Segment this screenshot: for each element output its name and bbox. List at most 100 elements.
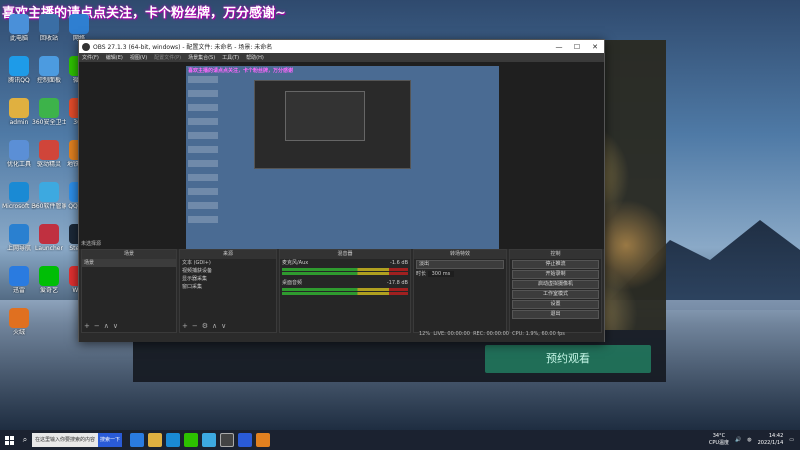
menu-edit[interactable]: 编辑(E): [106, 54, 123, 61]
source-item[interactable]: 文本 (GDI+): [180, 259, 276, 267]
desktop-icon[interactable]: admin: [2, 98, 36, 140]
obs-window[interactable]: OBS 27.1.3 (64-bit, windows) - 配置文件: 未命名…: [78, 39, 605, 342]
app-icon: [39, 14, 59, 34]
desktop-icon[interactable]: 360安全卫士: [32, 98, 66, 140]
weather-temp: 34°C: [712, 433, 726, 439]
desktop-icon[interactable]: 腾讯QQ: [2, 56, 36, 98]
menu-help[interactable]: 帮助(H): [246, 54, 264, 61]
desktop-icon[interactable]: 火绒: [2, 308, 36, 350]
app-icon: [9, 224, 29, 244]
desktop-icon[interactable]: 上网导航: [2, 224, 36, 266]
wechat-icon[interactable]: [184, 433, 198, 447]
source-item[interactable]: 窗口采集: [180, 283, 276, 291]
folder-icon[interactable]: [148, 433, 162, 447]
mixer-track-level: -17.8 dB: [386, 280, 408, 286]
desktop-icon-label: admin: [9, 119, 29, 126]
obs-docks: 未选择源 场景 场景 +−∧∨ 来源 文本 (GDI+) 视频捕获设备 显示器采…: [79, 241, 604, 342]
edge-icon[interactable]: [166, 433, 180, 447]
network-icon[interactable]: ◍: [747, 437, 751, 443]
sources-dock: 来源 文本 (GDI+) 视频捕获设备 显示器采集 窗口采集 +−⚙∧∨: [179, 249, 277, 333]
taskbar-search-button[interactable]: 搜索一下: [98, 433, 122, 447]
app-icon: [39, 56, 59, 76]
desktop-icon[interactable]: 此电脑: [2, 14, 36, 56]
desktop-icon-label: 控制面板: [36, 77, 61, 84]
preview-canvas[interactable]: 喜欢主播的请点点关注，卡个粉丝牌，万分感谢: [186, 66, 499, 260]
menu-scene-collection[interactable]: 场景集合(S): [188, 54, 215, 61]
studio-mode-button[interactable]: 工作室模式: [512, 290, 599, 299]
settings-button[interactable]: 设置: [512, 300, 599, 309]
transitions-dock-title: 转场特效: [414, 250, 506, 259]
menu-file[interactable]: 文件(F): [82, 54, 99, 61]
scenes-toolbar[interactable]: +−∧∨: [84, 322, 122, 330]
obs-logo-icon: [82, 42, 90, 51]
duration-row: 时长 300 ms: [414, 270, 506, 278]
desktop-icon-label: 爱奇艺: [39, 287, 58, 294]
no-source-label: 未选择源: [81, 241, 102, 247]
menu-profile[interactable]: 配置文件(P): [154, 54, 181, 61]
taskbar-search-input[interactable]: 在这里输入你要搜索的内容: [32, 433, 98, 447]
clock-date: 2022/1/14: [757, 440, 784, 446]
desktop-icon-label: 360软件管家: [32, 203, 66, 210]
desktop-icon[interactable]: Launcher: [32, 224, 66, 266]
minimize-icon[interactable]: —: [550, 43, 568, 51]
desktop-icon-label: 回收站: [39, 35, 58, 42]
menu-tools[interactable]: 工具(T): [222, 54, 239, 61]
maximize-icon[interactable]: ☐: [568, 43, 586, 51]
stop-streaming-button[interactable]: 停止推流: [512, 260, 599, 269]
mixer-track-name: 桌面音频: [282, 280, 303, 286]
windows-icon: [4, 435, 14, 445]
desktop-icon[interactable]: 控制面板: [32, 56, 66, 98]
source-item[interactable]: 视频捕获设备: [180, 267, 276, 275]
weather-desc: CPU温度: [708, 440, 730, 446]
mixer-track-name: 麦克风/Aux: [282, 260, 309, 266]
app-icon: [9, 98, 29, 118]
audio-meter: [282, 288, 408, 291]
nested-obs-preview-inner: [285, 91, 365, 141]
weather-widget[interactable]: 34°C CPU温度: [709, 433, 729, 447]
rec-timer: REC: 00:00:00: [473, 331, 509, 337]
obs-titlebar[interactable]: OBS 27.1.3 (64-bit, windows) - 配置文件: 未命名…: [79, 40, 604, 53]
desktop-icon[interactable]: 回收站: [32, 14, 66, 56]
clock[interactable]: 14:42 2022/1/14: [758, 433, 784, 447]
dropped-frames: 12%: [419, 331, 431, 337]
taskbar-apps: [130, 433, 270, 447]
desktop-icon[interactable]: 迅雷: [2, 266, 36, 308]
desktop-icon-label: 腾讯QQ: [8, 77, 30, 84]
scene-item[interactable]: 场景: [82, 259, 176, 267]
app-icon: [9, 182, 29, 202]
search-icon[interactable]: ⌕: [18, 430, 32, 450]
notification-icon[interactable]: ▭: [789, 437, 794, 443]
taskbar: ⌕ 在这里输入你要搜索的内容 搜索一下 34°C CPU温度 🔊 ◍ 14:42…: [0, 430, 800, 450]
mixer-track-level: -1.6 dB: [390, 260, 408, 266]
menu-view[interactable]: 视图(V): [130, 54, 147, 61]
background-primary-button[interactable]: 预约观看: [485, 345, 651, 373]
app-icon[interactable]: [238, 433, 252, 447]
sources-toolbar[interactable]: +−⚙∧∨: [182, 322, 230, 330]
live-timer: LIVE: 00:00:00: [433, 331, 470, 337]
cpu-fps: CPU: 1.9%, 60.00 fps: [512, 331, 565, 337]
scenes-dock-title: 场景: [82, 250, 176, 259]
clock-time: 14:42: [768, 433, 784, 439]
app-icon: [39, 98, 59, 118]
virtual-camera-button[interactable]: 启动虚拟摄像机: [512, 280, 599, 289]
desktop-icon[interactable]: 驱动精灵: [32, 140, 66, 182]
desktop-icon[interactable]: 爱奇艺: [32, 266, 66, 308]
desktop-icon[interactable]: Microsoft Edge: [2, 182, 36, 224]
volume-icon[interactable]: 🔊: [735, 437, 741, 443]
desktop-icon[interactable]: 360软件管家: [32, 182, 66, 224]
start-recording-button[interactable]: 开始录制: [512, 270, 599, 279]
start-button[interactable]: [0, 430, 18, 450]
system-tray: 34°C CPU温度 🔊 ◍ 14:42 2022/1/14 ▭: [709, 433, 800, 447]
desktop-icon-label: Microsoft Edge: [2, 203, 36, 210]
duration-input[interactable]: 300 ms: [427, 271, 455, 277]
exit-button[interactable]: 退出: [512, 310, 599, 319]
desktop-icon[interactable]: 优化工具: [2, 140, 36, 182]
qq-icon[interactable]: [202, 433, 216, 447]
app-icon[interactable]: [130, 433, 144, 447]
obs-icon[interactable]: [220, 433, 234, 447]
scenes-dock: 场景 场景 +−∧∨: [81, 249, 177, 333]
app-icon[interactable]: [256, 433, 270, 447]
source-item[interactable]: 显示器采集: [180, 275, 276, 283]
close-icon[interactable]: ✕: [586, 43, 604, 51]
transition-select[interactable]: 淡出: [416, 260, 504, 269]
